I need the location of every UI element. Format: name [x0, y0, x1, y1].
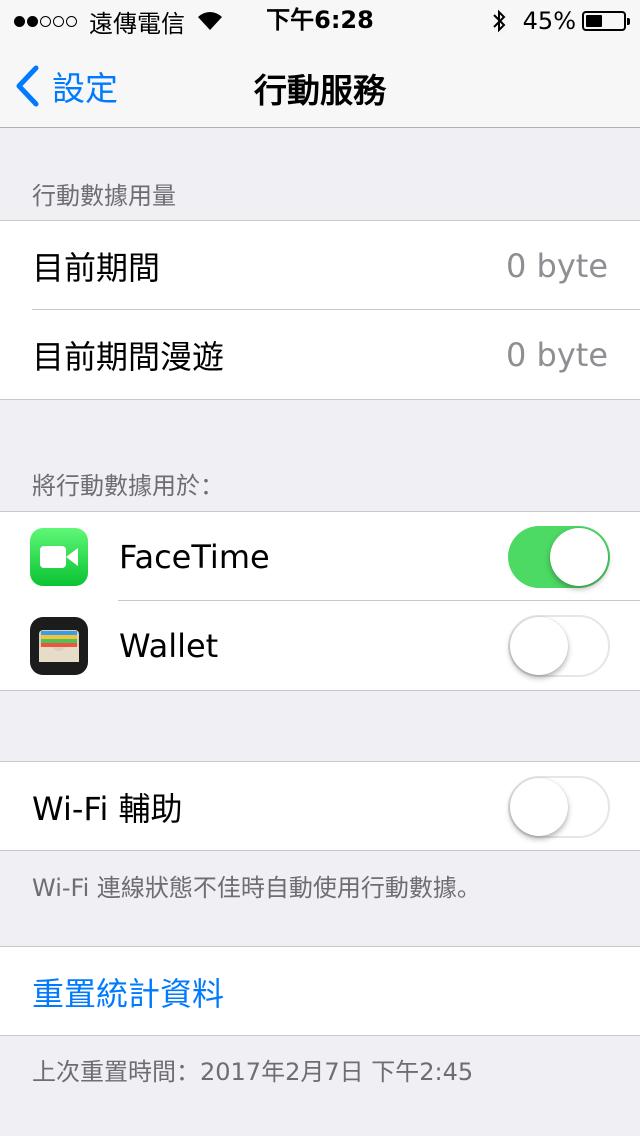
wallet-toggle[interactable] [508, 615, 610, 677]
toggle-knob [510, 617, 568, 675]
usage-group: 目前期間 0 byte 目前期間漫遊 0 byte [0, 220, 640, 400]
navigation-bar: 設定 行動服務 [0, 40, 640, 128]
last-reset-text: 上次重置時間：2017年2月7日 下午2:45 [32, 1058, 474, 1086]
reset-statistics-button[interactable]: 重置統計資料 [32, 969, 224, 1015]
page-title: 行動服務 [254, 71, 386, 110]
wifi-assist-group: Wi-Fi 輔助 [0, 761, 640, 851]
usage-row-value: 0 byte [505, 246, 608, 285]
usage-row-roaming[interactable]: 目前期間漫遊 0 byte [0, 310, 640, 399]
reset-group: 重置統計資料 [0, 946, 640, 1036]
battery-percentage: 45% [522, 7, 576, 35]
usage-section-header: 行動數據用量 [32, 182, 176, 210]
usage-row-value: 0 byte [505, 335, 608, 374]
app-row-facetime: FaceTime [0, 512, 640, 601]
wifi-assist-label: Wi-Fi 輔助 [32, 789, 183, 828]
usage-row-label: 目前期間 [32, 248, 161, 287]
toggle-knob [510, 778, 568, 836]
app-name: FaceTime [119, 537, 270, 576]
status-right: 45% [491, 6, 630, 36]
bluetooth-icon [492, 9, 506, 33]
facetime-toggle[interactable] [508, 526, 610, 588]
facetime-icon [30, 527, 88, 586]
wifi-assist-footer: Wi-Fi 連線狀態不佳時自動使用行動數據。 [32, 874, 481, 902]
battery-tip [627, 18, 630, 25]
status-bar: 遠傳電信 下午6:28 45% [0, 0, 640, 40]
usage-row-label: 目前期間漫遊 [32, 337, 225, 376]
wifi-assist-row: Wi-Fi 輔助 [0, 762, 640, 851]
wallet-cards-icon [39, 629, 79, 662]
apps-section-header: 將行動數據用於： [32, 472, 224, 500]
app-row-wallet: Wallet [0, 601, 640, 690]
usage-row-current[interactable]: 目前期間 0 byte [0, 221, 640, 310]
toggle-knob [550, 528, 608, 586]
video-camera-icon [40, 545, 78, 568]
wallet-icon [30, 616, 88, 675]
reset-row[interactable]: 重置統計資料 [0, 947, 640, 1036]
battery-fill [586, 15, 603, 27]
wifi-assist-toggle[interactable] [508, 776, 610, 838]
app-name: Wallet [119, 626, 219, 665]
apps-group: FaceTime Wallet [0, 511, 640, 691]
battery-icon [582, 11, 630, 31]
